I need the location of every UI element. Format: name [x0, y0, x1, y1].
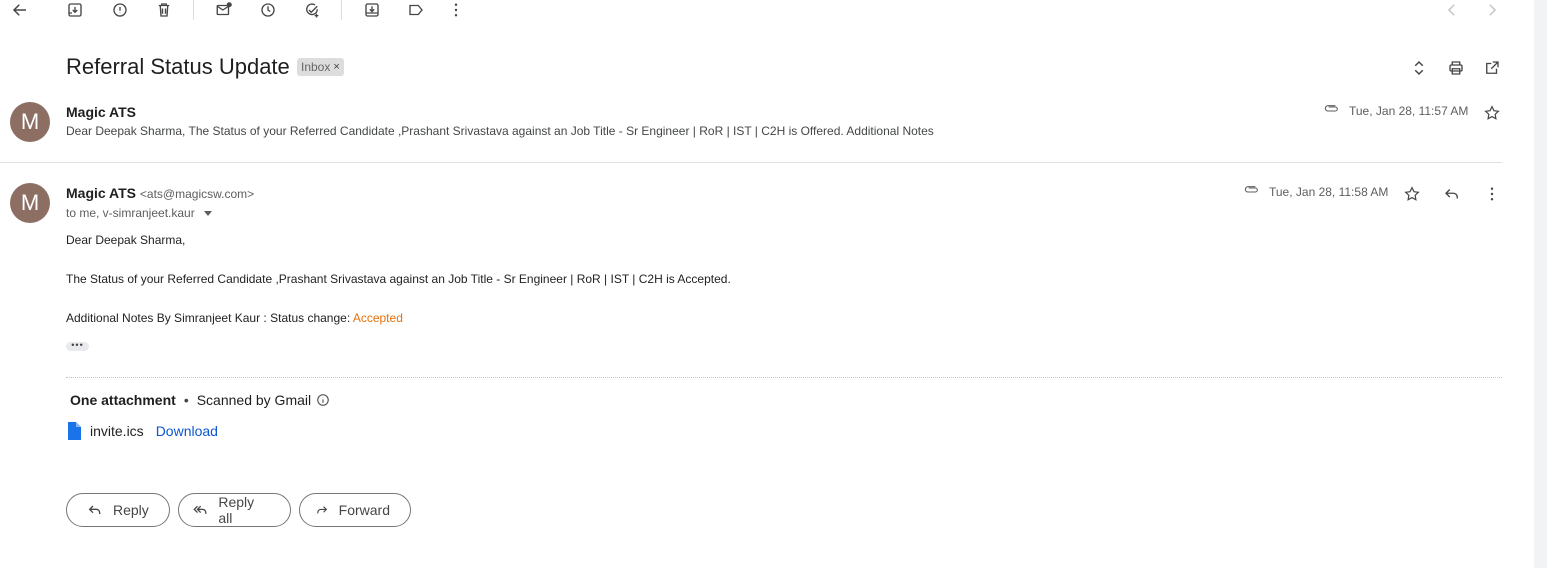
- attachment-file-name[interactable]: invite.ics: [90, 423, 144, 439]
- info-icon[interactable]: [316, 393, 330, 407]
- snooze-clock-icon[interactable]: [256, 0, 280, 20]
- sender-name[interactable]: Magic ATS: [66, 104, 136, 120]
- reply-label: Reply: [113, 502, 149, 518]
- newer-chevron-left-icon[interactable]: [1440, 0, 1464, 20]
- download-link[interactable]: Download: [156, 423, 218, 439]
- inbox-label-chip[interactable]: Inbox ×: [297, 58, 344, 76]
- scan-note: Scanned by Gmail: [196, 392, 312, 408]
- vertical-scrollbar[interactable]: [1534, 0, 1547, 568]
- remove-label-icon[interactable]: ×: [333, 58, 339, 76]
- message-divider: [0, 162, 1502, 163]
- reply-button[interactable]: Reply: [66, 493, 170, 527]
- star-icon[interactable]: [1401, 183, 1423, 205]
- show-trimmed-content-button[interactable]: •••: [66, 341, 89, 351]
- message-snippet[interactable]: Dear Deepak Sharma, The Status of your R…: [66, 124, 934, 138]
- older-chevron-right-icon[interactable]: [1480, 0, 1504, 20]
- sender-name-line[interactable]: Magic ATS <ats@magicsw.com>: [66, 185, 254, 201]
- email-body-line: The Status of your Referred Candidate ,P…: [66, 272, 731, 286]
- move-to-icon[interactable]: [360, 0, 384, 20]
- notes-prefix: Additional Notes By Simranjeet Kaur : St…: [66, 311, 353, 325]
- archive-icon[interactable]: [63, 0, 87, 20]
- message-date: Tue, Jan 28, 11:57 AM: [1349, 104, 1469, 118]
- delete-icon[interactable]: [152, 0, 176, 20]
- attachment-clip-icon: [1244, 182, 1260, 203]
- sender-email: <ats@magicsw.com>: [139, 187, 255, 201]
- attachment-divider: [66, 377, 1502, 378]
- star-icon[interactable]: [1481, 102, 1503, 124]
- attachment-count: One attachment: [70, 392, 176, 408]
- attachment-clip-icon: [1324, 101, 1340, 122]
- more-vert-icon[interactable]: [1481, 183, 1503, 205]
- reply-all-icon: [193, 505, 207, 514]
- open-new-window-icon[interactable]: [1481, 57, 1503, 79]
- forward-button[interactable]: Forward: [299, 493, 411, 527]
- toolbar: [0, 0, 1534, 22]
- recipients-text: to me, v-simranjeet.kaur: [66, 206, 195, 220]
- attachment-row: invite.ics Download: [66, 422, 218, 440]
- recipients-line[interactable]: to me, v-simranjeet.kaur: [66, 206, 212, 220]
- sender-name[interactable]: Magic ATS: [66, 185, 136, 201]
- email-notes-line: Additional Notes By Simranjeet Kaur : St…: [66, 311, 403, 325]
- separator-dot: •: [183, 392, 189, 408]
- reply-icon: [88, 505, 101, 514]
- sender-avatar[interactable]: M: [10, 102, 50, 142]
- subject-title: Referral Status Update: [66, 54, 290, 79]
- reply-all-button[interactable]: Reply all: [178, 493, 291, 527]
- inbox-label-text: Inbox: [301, 60, 331, 74]
- attachment-header: One attachment • Scanned by Gmail: [70, 392, 330, 408]
- message-date: Tue, Jan 28, 11:58 AM: [1269, 185, 1389, 199]
- forward-label: Forward: [338, 502, 390, 518]
- file-document-icon: [68, 422, 81, 440]
- more-vert-icon[interactable]: [444, 0, 468, 20]
- sender-avatar[interactable]: M: [10, 183, 50, 223]
- add-task-icon[interactable]: [300, 0, 324, 20]
- report-spam-icon[interactable]: [108, 0, 132, 20]
- email-greeting: Dear Deepak Sharma,: [66, 233, 186, 247]
- forward-icon: [317, 506, 328, 514]
- mark-unread-icon[interactable]: [212, 0, 236, 20]
- toolbar-divider: [341, 0, 342, 20]
- reply-icon[interactable]: [1441, 183, 1463, 205]
- reply-all-label: Reply all: [218, 494, 255, 526]
- toolbar-divider: [193, 0, 194, 20]
- expand-all-icon[interactable]: [1408, 57, 1430, 79]
- label-icon[interactable]: [404, 0, 428, 20]
- print-icon[interactable]: [1445, 57, 1467, 79]
- show-details-caret-icon[interactable]: [203, 210, 212, 216]
- status-accepted-text: Accepted: [352, 311, 403, 325]
- back-arrow-icon[interactable]: [8, 0, 32, 20]
